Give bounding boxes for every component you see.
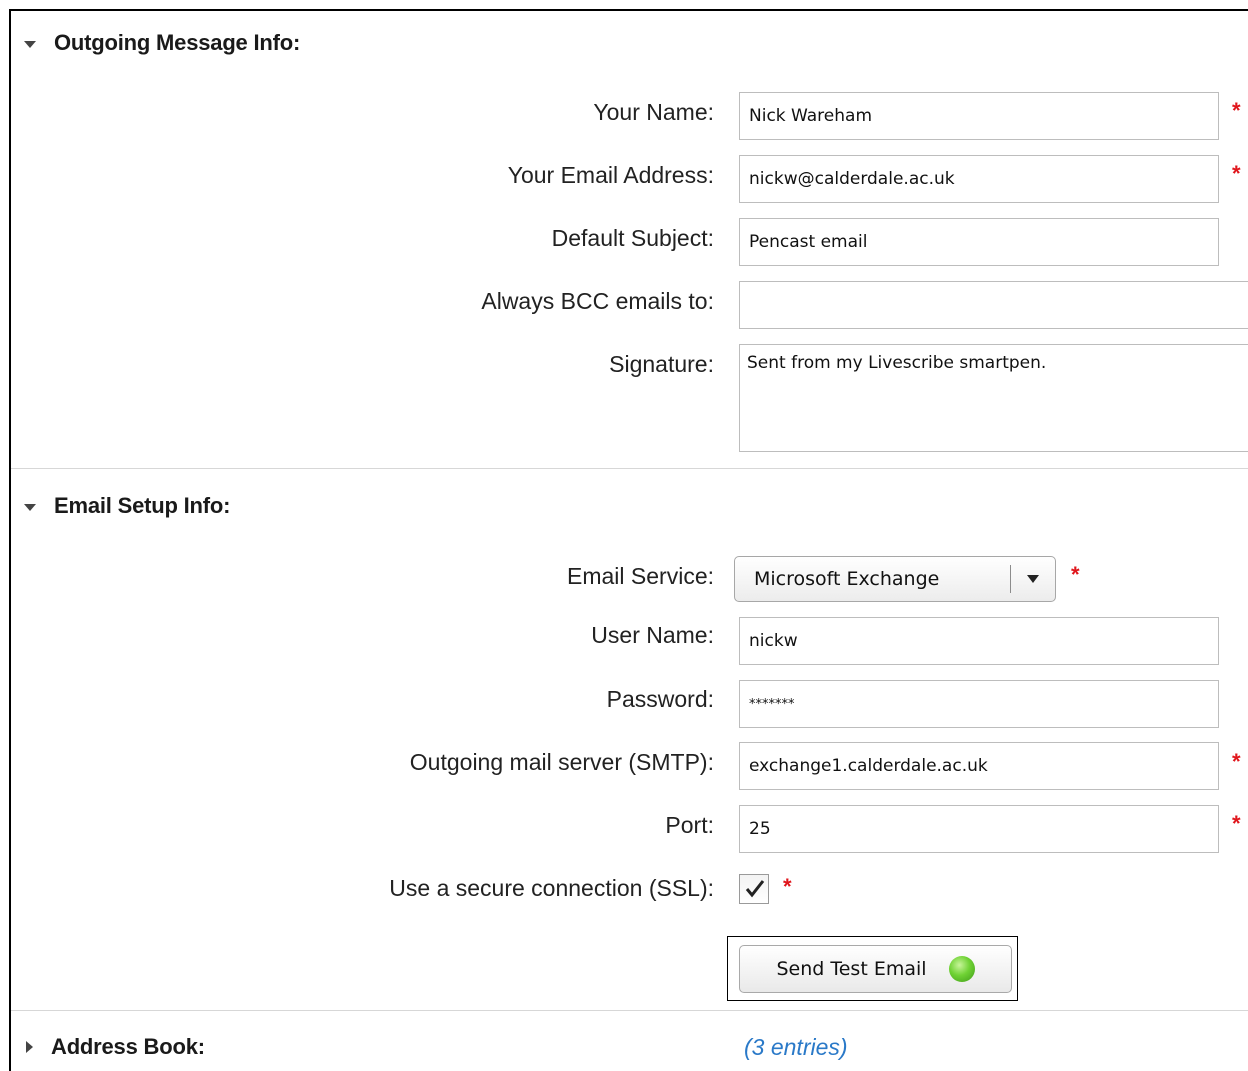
section-header-address-book[interactable]: Address Book: bbox=[24, 1034, 205, 1060]
checkmark-icon bbox=[745, 880, 765, 898]
smtp-label: Outgoing mail server (SMTP): bbox=[409, 749, 714, 775]
ssl-checkbox[interactable] bbox=[739, 874, 769, 904]
green-status-icon bbox=[948, 956, 975, 982]
user-name-input[interactable] bbox=[739, 617, 1219, 665]
user-name-label: User Name: bbox=[591, 622, 714, 648]
bcc-label: Always BCC emails to: bbox=[481, 288, 714, 314]
section-title-setup: Email Setup Info: bbox=[54, 493, 231, 518]
address-book-entries-link[interactable]: (3 entries) bbox=[744, 1034, 848, 1061]
section-title-outgoing: Outgoing Message Info: bbox=[54, 30, 301, 55]
send-test-email-button[interactable]: Send Test Email bbox=[739, 945, 1012, 993]
signature-label: Signature: bbox=[609, 351, 714, 377]
email-address-label: Your Email Address: bbox=[507, 162, 714, 188]
email-address-input[interactable] bbox=[739, 155, 1219, 203]
email-service-select[interactable]: Microsoft Exchange bbox=[734, 556, 1056, 602]
your-name-label: Your Name: bbox=[593, 99, 714, 125]
section-header-setup[interactable]: Email Setup Info: bbox=[24, 493, 230, 519]
required-marker: * bbox=[1071, 562, 1080, 587]
email-service-value: Microsoft Exchange bbox=[754, 568, 940, 590]
required-marker: * bbox=[1232, 98, 1241, 123]
ssl-label: Use a secure connection (SSL): bbox=[389, 875, 714, 901]
section-title-address-book: Address Book: bbox=[51, 1034, 205, 1059]
collapse-triangle-icon bbox=[24, 41, 36, 48]
default-subject-label: Default Subject: bbox=[551, 225, 714, 251]
send-test-email-label: Send Test Email bbox=[776, 958, 927, 980]
collapse-triangle-icon bbox=[24, 504, 36, 511]
password-input[interactable] bbox=[739, 680, 1219, 728]
email-service-label: Email Service: bbox=[567, 563, 714, 589]
required-marker: * bbox=[1232, 161, 1241, 186]
port-label: Port: bbox=[665, 812, 714, 838]
your-name-input[interactable] bbox=[739, 92, 1219, 140]
expand-triangle-icon bbox=[26, 1041, 33, 1053]
port-input[interactable] bbox=[739, 805, 1219, 853]
bcc-input[interactable] bbox=[739, 281, 1248, 329]
required-marker: * bbox=[783, 874, 792, 899]
signature-textarea[interactable]: Sent from my Livescribe smartpen. bbox=[739, 344, 1248, 452]
required-marker: * bbox=[1232, 749, 1241, 774]
section-header-outgoing[interactable]: Outgoing Message Info: bbox=[24, 30, 300, 56]
section-divider bbox=[11, 1010, 1248, 1011]
default-subject-input[interactable] bbox=[739, 218, 1219, 266]
dropdown-arrow-icon[interactable] bbox=[1011, 575, 1055, 583]
required-marker: * bbox=[1232, 811, 1241, 836]
section-divider bbox=[11, 468, 1248, 469]
password-label: Password: bbox=[606, 686, 714, 712]
smtp-input[interactable] bbox=[739, 742, 1219, 790]
